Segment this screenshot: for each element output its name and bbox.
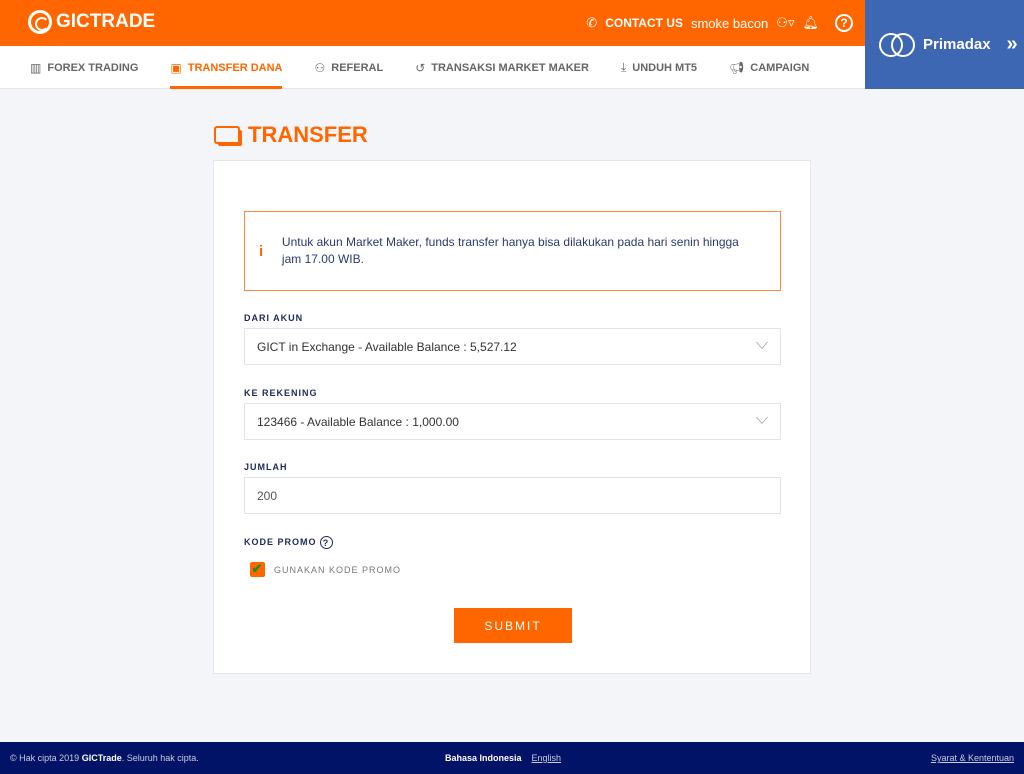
history-icon: ↺	[415, 60, 426, 75]
download-icon: ⤓	[620, 60, 627, 74]
megaphone-icon: 📢︎	[729, 60, 745, 75]
page-title: TRANSFER	[214, 122, 368, 148]
contact-us-link[interactable]: CONTACT US	[605, 16, 683, 30]
footer: © Hak cipta 2019 GICTrade. Seluruh hak c…	[0, 742, 1024, 774]
primadax-link[interactable]: Primadax »	[865, 0, 1024, 89]
help-icon[interactable]: ?	[835, 14, 853, 32]
to-account-label: KE REKENING	[244, 388, 318, 398]
nav-unduh-mt5[interactable]: ⤓ UNDUH MT5	[621, 46, 697, 89]
bell-icon[interactable]: 🔔︎	[802, 15, 819, 31]
nav-transaksi-market-maker[interactable]: ↺ TRANSAKSI MARKET MAKER	[415, 46, 589, 89]
promo-label: KODE PROMO?	[244, 536, 333, 549]
phone-icon: ✆	[586, 15, 598, 30]
user-menu[interactable]: smoke bacon	[691, 16, 768, 31]
from-account-label: DARI AKUN	[244, 313, 304, 323]
chevron-down-icon	[756, 417, 768, 424]
amount-input[interactable]: 200	[244, 477, 781, 514]
to-account-select[interactable]: 123466 - Available Balance : 1,000.00	[244, 403, 781, 440]
lang-indonesia[interactable]: Bahasa Indonesia	[445, 753, 522, 763]
transfer-form: i Untuk akun Market Maker, funds transfer…	[213, 160, 811, 674]
user-add-icon: ⚇	[314, 60, 326, 75]
nav-campaign[interactable]: 📢︎ CAMPAIGN	[729, 46, 809, 89]
lang-english[interactable]: English	[532, 753, 562, 763]
logo-icon	[28, 10, 52, 34]
card-icon	[214, 126, 240, 144]
user-icon[interactable]: ⚇▿	[776, 15, 794, 31]
info-alert: i Untuk akun Market Maker, funds transfer…	[244, 211, 781, 291]
chevron-down-icon	[756, 342, 768, 349]
nav-forex-trading[interactable]: ▥ FOREX TRADING	[30, 46, 138, 89]
primadax-logo-icon	[879, 32, 915, 57]
amount-label: JUMLAH	[244, 462, 288, 472]
from-account-select[interactable]: GICT in Exchange - Available Balance : 5…	[244, 328, 781, 365]
bar-chart-icon: ▥	[30, 60, 42, 75]
info-icon: i	[259, 242, 264, 260]
promo-checkbox[interactable]: ✔ GUNAKAN KODE PROMO	[250, 562, 401, 577]
money-icon: ▣	[170, 60, 182, 75]
nav-referal[interactable]: ⚇ REFERAL	[314, 46, 383, 89]
submit-button[interactable]: SUBMIT	[454, 608, 572, 643]
top-bar: GICTRADE ✆ CONTACT US smoke bacon ⚇▿ 🔔︎ …	[0, 0, 865, 46]
double-chevron-right-icon: »	[1006, 33, 1018, 55]
terms-link[interactable]: Syarat & Kententuan	[931, 753, 1014, 763]
copyright: © Hak cipta 2019 GICTrade. Seluruh hak c…	[10, 753, 199, 763]
nav-transfer-dana[interactable]: ▣ TRANSFER DANA	[170, 46, 283, 89]
help-icon[interactable]: ?	[319, 536, 333, 549]
checkmark-icon[interactable]: ✔	[250, 562, 265, 577]
logo[interactable]: GICTRADE	[28, 10, 155, 34]
main-nav: ▥ FOREX TRADING ▣ TRANSFER DANA ⚇ REFERAL ↺…	[0, 46, 865, 89]
